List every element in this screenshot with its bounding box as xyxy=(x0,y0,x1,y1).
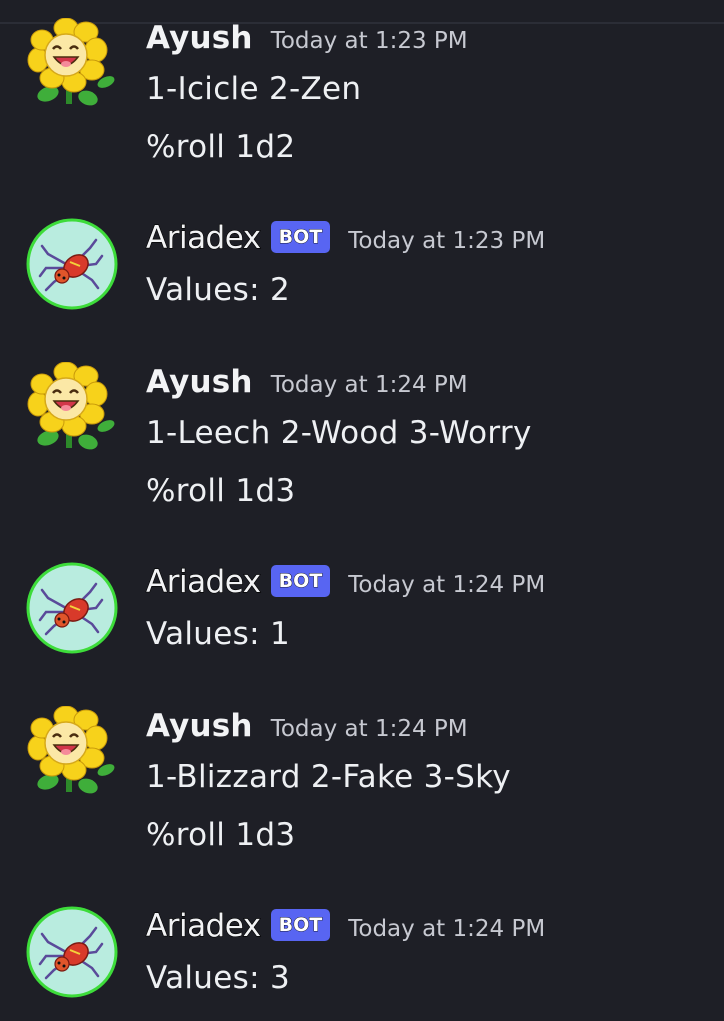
message-text: 1-Blizzard 2-Fake 3-Sky xyxy=(146,759,511,795)
timestamp[interactable]: Today at 1:23 PM xyxy=(348,228,545,254)
bot-badge: BOT xyxy=(270,221,331,253)
message-text: %roll 1d3 xyxy=(146,817,296,853)
username[interactable]: Ariadex xyxy=(145,907,261,944)
message-text: %roll 1d2 xyxy=(146,129,296,165)
sunflower-avatar-icon[interactable] xyxy=(26,18,118,110)
message-text: 1-Leech 2-Wood 3-Worry xyxy=(146,415,532,451)
message-header: Ayush Today at 1:24 PM xyxy=(146,364,468,400)
message-text: %roll 1d3 xyxy=(146,473,296,509)
timestamp[interactable]: Today at 1:24 PM xyxy=(348,572,545,598)
message-header: Ariadex BOT Today at 1:24 PM xyxy=(145,563,545,602)
message-header: Ayush Today at 1:24 PM xyxy=(146,708,468,744)
spider-avatar-icon[interactable] xyxy=(26,218,118,310)
message-text: Values: 1 xyxy=(146,616,291,652)
sunflower-avatar-icon[interactable] xyxy=(26,706,118,798)
sunflower-avatar-icon[interactable] xyxy=(26,362,118,454)
spider-avatar-icon[interactable] xyxy=(26,906,118,998)
message-header: Ariadex BOT Today at 1:24 PM xyxy=(145,907,545,946)
timestamp[interactable]: Today at 1:23 PM xyxy=(271,28,468,54)
username[interactable]: Ayush xyxy=(146,708,253,744)
timestamp[interactable]: Today at 1:24 PM xyxy=(348,916,545,942)
username[interactable]: Ayush xyxy=(146,364,253,400)
timestamp[interactable]: Today at 1:24 PM xyxy=(271,716,468,742)
username[interactable]: Ayush xyxy=(146,20,253,56)
timestamp[interactable]: Today at 1:24 PM xyxy=(271,372,468,398)
message-header: Ariadex BOT Today at 1:23 PM xyxy=(145,219,545,258)
message-header: Ayush Today at 1:23 PM xyxy=(146,20,468,56)
message-text: 1-Icicle 2-Zen xyxy=(146,71,362,107)
username[interactable]: Ariadex xyxy=(145,563,261,600)
bot-badge: BOT xyxy=(270,909,331,941)
message-text: Values: 3 xyxy=(146,960,291,996)
bot-badge: BOT xyxy=(270,565,331,597)
message-text: Values: 2 xyxy=(146,272,291,308)
username[interactable]: Ariadex xyxy=(145,219,261,256)
spider-avatar-icon[interactable] xyxy=(26,562,118,654)
